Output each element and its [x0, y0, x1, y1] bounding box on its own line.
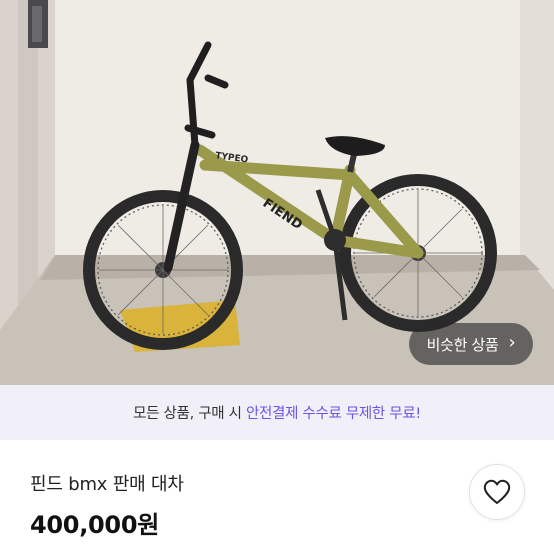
- product-photo[interactable]: TYPEO FIEND 비슷한 상품 ›: [0, 0, 554, 385]
- listing-price: 400,000원: [30, 511, 159, 539]
- banner-prefix-text: 모든 상품, 구매 시: [133, 406, 246, 422]
- heart-outline-icon: [483, 479, 511, 504]
- banner-highlight-text: 안전결제 수수료 무제한 무료!: [245, 406, 421, 422]
- similar-products-button[interactable]: 비슷한 상품 ›: [409, 323, 533, 365]
- listing-title: 핀드 bmx 판매 대차: [30, 474, 184, 495]
- safe-payment-banner[interactable]: 모든 상품, 구매 시 안전결제 수수료 무제한 무료!: [0, 385, 554, 440]
- like-button[interactable]: [469, 464, 525, 520]
- similar-products-label: 비슷한 상품: [426, 335, 499, 354]
- chevron-right-icon: ›: [508, 332, 516, 353]
